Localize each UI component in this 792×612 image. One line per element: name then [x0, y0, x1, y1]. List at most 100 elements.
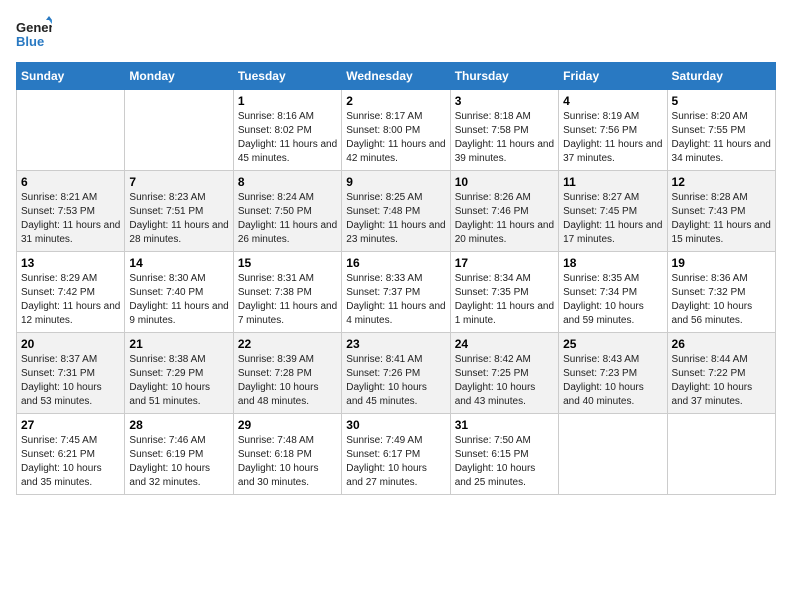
day-number: 7: [129, 175, 228, 189]
calendar-cell: 19Sunrise: 8:36 AMSunset: 7:32 PMDayligh…: [667, 252, 775, 333]
calendar-cell: 2Sunrise: 8:17 AMSunset: 8:00 PMDaylight…: [342, 90, 450, 171]
day-header-saturday: Saturday: [667, 63, 775, 90]
calendar-cell: 11 Sunrise: 8:27 AMSunset: 7:45 PMDayligh…: [559, 171, 667, 252]
day-number: 13: [21, 256, 120, 270]
day-info: Sunrise: 8:18 AMSunset: 7:58 PMDaylight:…: [455, 110, 554, 166]
day-info: Sunrise: 8:25 AMSunset: 7:48 PMDaylight:…: [346, 191, 445, 247]
calendar-cell: 25 Sunrise: 8:43 AMSunset: 7:23 PMDayligh…: [559, 333, 667, 414]
calendar-cell: 8Sunrise: 8:24 AMSunset: 7:50 PMDaylight…: [233, 171, 341, 252]
day-header-thursday: Thursday: [450, 63, 558, 90]
calendar-week-3: 13 Sunrise: 8:29 AMSunset: 7:42 PMDayligh…: [17, 252, 776, 333]
calendar-cell: 3 Sunrise: 8:18 AMSunset: 7:58 PMDaylight…: [450, 90, 558, 171]
day-header-monday: Monday: [125, 63, 233, 90]
day-info: Sunrise: 8:20 AMSunset: 7:55 PMDaylight:…: [672, 110, 771, 166]
day-info: Sunrise: 8:30 AMSunset: 7:40 PMDaylight:…: [129, 272, 228, 328]
day-info: Sunrise: 8:37 AMSunset: 7:31 PMDaylight:…: [21, 353, 120, 409]
day-header-friday: Friday: [559, 63, 667, 90]
day-number: 11: [563, 175, 662, 189]
day-number: 16: [346, 256, 445, 270]
calendar-cell: 4 Sunrise: 8:19 AMSunset: 7:56 PMDaylight…: [559, 90, 667, 171]
calendar-cell: 23 Sunrise: 8:41 AMSunset: 7:26 PMDayligh…: [342, 333, 450, 414]
calendar-cell: [125, 90, 233, 171]
calendar-cell: 22 Sunrise: 8:39 AMSunset: 7:28 PMDayligh…: [233, 333, 341, 414]
day-number: 22: [238, 337, 337, 351]
calendar-header: SundayMondayTuesdayWednesdayThursdayFrid…: [17, 63, 776, 90]
day-number: 19: [672, 256, 771, 270]
calendar-week-4: 20 Sunrise: 8:37 AMSunset: 7:31 PMDayligh…: [17, 333, 776, 414]
calendar-table: SundayMondayTuesdayWednesdayThursdayFrid…: [16, 62, 776, 495]
logo-svg: General Blue: [16, 16, 52, 52]
day-info: Sunrise: 8:29 AMSunset: 7:42 PMDaylight:…: [21, 272, 120, 328]
day-info: Sunrise: 8:34 AMSunset: 7:35 PMDaylight:…: [455, 272, 554, 328]
calendar-week-2: 6 Sunrise: 8:21 AMSunset: 7:53 PMDaylight…: [17, 171, 776, 252]
day-header-row: SundayMondayTuesdayWednesdayThursdayFrid…: [17, 63, 776, 90]
day-info: Sunrise: 7:45 AMSunset: 6:21 PMDaylight:…: [21, 434, 120, 490]
logo-container: General Blue: [16, 16, 52, 52]
day-info: Sunrise: 8:27 AMSunset: 7:45 PMDaylight:…: [563, 191, 662, 247]
calendar-cell: 20 Sunrise: 8:37 AMSunset: 7:31 PMDayligh…: [17, 333, 125, 414]
day-number: 1: [238, 94, 337, 108]
day-info: Sunrise: 8:31 AMSunset: 7:38 PMDaylight:…: [238, 272, 337, 328]
day-info: Sunrise: 8:41 AMSunset: 7:26 PMDaylight:…: [346, 353, 445, 409]
calendar-cell: 17Sunrise: 8:34 AMSunset: 7:35 PMDayligh…: [450, 252, 558, 333]
calendar-cell: 1 Sunrise: 8:16 AMSunset: 8:02 PMDaylight…: [233, 90, 341, 171]
calendar-cell: 18 Sunrise: 8:35 AMSunset: 7:34 PMDayligh…: [559, 252, 667, 333]
calendar-cell: 28Sunrise: 7:46 AMSunset: 6:19 PMDayligh…: [125, 414, 233, 495]
day-number: 26: [672, 337, 771, 351]
day-number: 15: [238, 256, 337, 270]
day-info: Sunrise: 7:50 AMSunset: 6:15 PMDaylight:…: [455, 434, 554, 490]
day-header-tuesday: Tuesday: [233, 63, 341, 90]
day-info: Sunrise: 8:33 AMSunset: 7:37 PMDaylight:…: [346, 272, 445, 328]
day-info: Sunrise: 8:21 AMSunset: 7:53 PMDaylight:…: [21, 191, 120, 247]
day-info: Sunrise: 8:35 AMSunset: 7:34 PMDaylight:…: [563, 272, 662, 328]
day-number: 20: [21, 337, 120, 351]
calendar-cell: 7Sunrise: 8:23 AMSunset: 7:51 PMDaylight…: [125, 171, 233, 252]
calendar-cell: 21 Sunrise: 8:38 AMSunset: 7:29 PMDayligh…: [125, 333, 233, 414]
day-number: 21: [129, 337, 228, 351]
day-number: 4: [563, 94, 662, 108]
day-info: Sunrise: 8:44 AMSunset: 7:22 PMDaylight:…: [672, 353, 771, 409]
day-info: Sunrise: 8:43 AMSunset: 7:23 PMDaylight:…: [563, 353, 662, 409]
day-info: Sunrise: 7:49 AMSunset: 6:17 PMDaylight:…: [346, 434, 445, 490]
calendar-cell: 9 Sunrise: 8:25 AMSunset: 7:48 PMDaylight…: [342, 171, 450, 252]
calendar-week-5: 27Sunrise: 7:45 AMSunset: 6:21 PMDayligh…: [17, 414, 776, 495]
day-info: Sunrise: 8:38 AMSunset: 7:29 PMDaylight:…: [129, 353, 228, 409]
calendar-cell: 14 Sunrise: 8:30 AMSunset: 7:40 PMDayligh…: [125, 252, 233, 333]
day-info: Sunrise: 8:16 AMSunset: 8:02 PMDaylight:…: [238, 110, 337, 166]
day-number: 5: [672, 94, 771, 108]
calendar-body: 1 Sunrise: 8:16 AMSunset: 8:02 PMDaylight…: [17, 90, 776, 495]
calendar-cell: 16 Sunrise: 8:33 AMSunset: 7:37 PMDayligh…: [342, 252, 450, 333]
day-number: 6: [21, 175, 120, 189]
day-number: 29: [238, 418, 337, 432]
calendar-cell: 27Sunrise: 7:45 AMSunset: 6:21 PMDayligh…: [17, 414, 125, 495]
calendar-cell: 15 Sunrise: 8:31 AMSunset: 7:38 PMDayligh…: [233, 252, 341, 333]
calendar-cell: [667, 414, 775, 495]
day-info: Sunrise: 8:39 AMSunset: 7:28 PMDaylight:…: [238, 353, 337, 409]
calendar-cell: [17, 90, 125, 171]
day-number: 12: [672, 175, 771, 189]
day-number: 25: [563, 337, 662, 351]
day-number: 18: [563, 256, 662, 270]
day-number: 30: [346, 418, 445, 432]
day-info: Sunrise: 8:28 AMSunset: 7:43 PMDaylight:…: [672, 191, 771, 247]
day-number: 14: [129, 256, 228, 270]
day-header-sunday: Sunday: [17, 63, 125, 90]
calendar-cell: 5 Sunrise: 8:20 AMSunset: 7:55 PMDaylight…: [667, 90, 775, 171]
calendar-cell: 12 Sunrise: 8:28 AMSunset: 7:43 PMDayligh…: [667, 171, 775, 252]
day-number: 3: [455, 94, 554, 108]
day-info: Sunrise: 7:48 AMSunset: 6:18 PMDaylight:…: [238, 434, 337, 490]
day-info: Sunrise: 8:19 AMSunset: 7:56 PMDaylight:…: [563, 110, 662, 166]
logo: General Blue: [16, 16, 52, 52]
calendar-cell: 26 Sunrise: 8:44 AMSunset: 7:22 PMDayligh…: [667, 333, 775, 414]
day-header-wednesday: Wednesday: [342, 63, 450, 90]
day-number: 28: [129, 418, 228, 432]
day-number: 24: [455, 337, 554, 351]
calendar-cell: 24Sunrise: 8:42 AMSunset: 7:25 PMDayligh…: [450, 333, 558, 414]
day-number: 9: [346, 175, 445, 189]
day-info: Sunrise: 8:26 AMSunset: 7:46 PMDaylight:…: [455, 191, 554, 247]
svg-text:Blue: Blue: [16, 34, 44, 49]
day-info: Sunrise: 8:24 AMSunset: 7:50 PMDaylight:…: [238, 191, 337, 247]
svg-text:General: General: [16, 20, 52, 35]
day-number: 23: [346, 337, 445, 351]
day-info: Sunrise: 8:17 AMSunset: 8:00 PMDaylight:…: [346, 110, 445, 166]
